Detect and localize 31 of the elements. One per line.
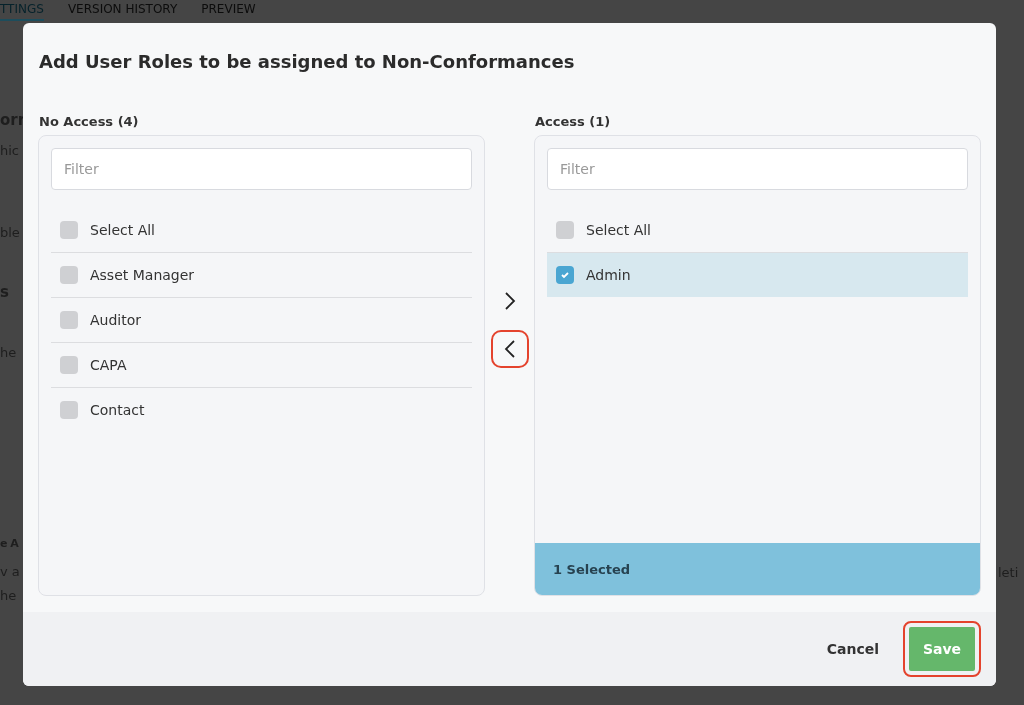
checkbox[interactable] <box>60 401 78 419</box>
check-icon <box>560 270 570 280</box>
dialog-title: Add User Roles to be assigned to Non-Conformances <box>39 50 575 72</box>
chevron-right-icon <box>503 290 516 311</box>
checkbox[interactable] <box>556 266 574 284</box>
checkbox[interactable] <box>60 221 78 239</box>
select-all-row[interactable]: Select All <box>51 208 472 253</box>
row-label: Auditor <box>90 312 142 328</box>
checkbox[interactable] <box>556 221 574 239</box>
move-left-button[interactable] <box>490 329 529 368</box>
checkbox[interactable] <box>60 266 78 284</box>
list-label: Access (1) <box>534 112 612 131</box>
role-row[interactable]: Auditor <box>51 298 472 343</box>
row-label: Select All <box>586 222 651 238</box>
row-label: CAPA <box>90 357 127 373</box>
role-row[interactable]: Contact <box>51 388 472 432</box>
filter-field[interactable]: Filter <box>51 148 472 190</box>
row-label: Contact <box>90 402 145 418</box>
checkbox[interactable] <box>60 356 78 374</box>
row-label: Select All <box>90 222 155 238</box>
checkbox[interactable] <box>60 311 78 329</box>
row-label: Admin <box>586 267 631 283</box>
chevron-left-icon <box>503 338 516 359</box>
role-row[interactable]: CAPA <box>51 343 472 388</box>
filter-field[interactable]: Filter <box>547 148 968 190</box>
role-row[interactable]: Admin <box>547 253 968 297</box>
selection-count-bar: 1 Selected <box>535 543 980 595</box>
row-label: Asset Manager <box>90 267 195 283</box>
list-label: No Access (4) <box>38 112 140 131</box>
role-row[interactable]: Asset Manager <box>51 253 472 298</box>
cancel-button[interactable]: Cancel <box>812 628 893 670</box>
